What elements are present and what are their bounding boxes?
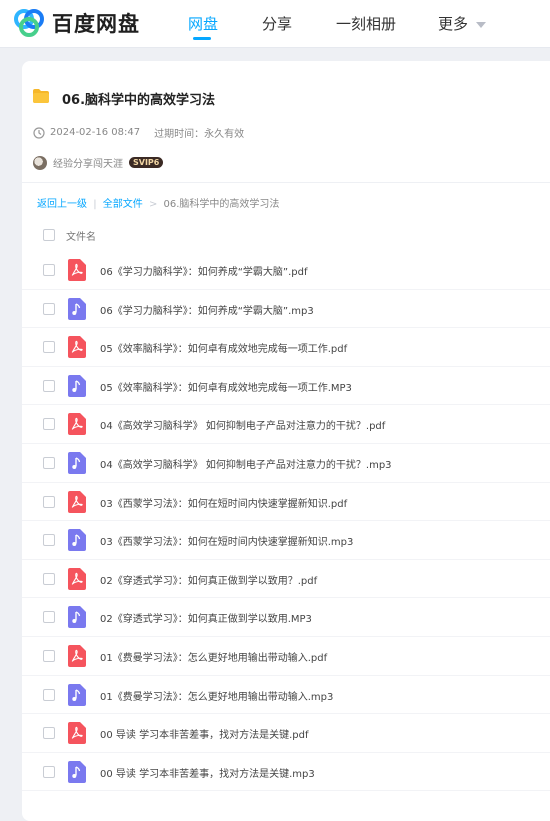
breadcrumb: 返回上一级 | 全部文件 > 06.脑科学中的高效学习法 [37,195,279,210]
row-checkbox[interactable] [43,534,55,547]
file-name[interactable]: 06《学习力脑科学》：如何养成“学霸大脑”.mp3 [100,302,314,317]
file-row[interactable]: 00 导读 学习本非苦差事，找对方法是关键.pdf [22,714,550,753]
file-list: 06《学习力脑科学》：如何养成“学霸大脑”.pdf 06《学习力脑科学》：如何养成… [22,251,550,792]
file-name[interactable]: 04《高效学习脑科学》 如何抑制电子产品对注意力的干扰？.pdf [100,417,385,432]
nav-active-indicator [193,37,211,40]
folder-icon [33,89,49,103]
row-checkbox[interactable] [43,379,55,392]
row-checkbox[interactable] [43,341,55,354]
pdf-file-icon [68,644,86,667]
sharer-name[interactable]: 经验分享闯天涯 [53,155,123,170]
pdf-file-icon [68,336,86,359]
row-checkbox[interactable] [43,688,55,701]
row-checkbox[interactable] [43,611,55,624]
file-name[interactable]: 00 导读 学习本非苦差事，找对方法是关键.mp3 [100,765,315,780]
top-navigation-bar: 百度网盘 网盘 分享 一刻相册 更多 [0,0,550,48]
file-name[interactable]: 05《效率脑科学》：如何卓有成效地完成每一项工作.pdf [100,340,347,355]
audio-file-icon [68,683,86,706]
file-row[interactable]: 02《穿透式学习》：如何真正做到学以致用.MP3 [22,598,550,637]
file-name[interactable]: 04《高效学习脑科学》 如何抑制电子产品对注意力的干扰？.mp3 [100,456,392,471]
nav-tab-album[interactable]: 一刻相册 [336,13,396,34]
breadcrumb-all-files-link[interactable]: 全部文件 [103,199,143,210]
audio-file-icon [68,606,86,629]
baidu-netdisk-logo[interactable]: 百度网盘 [12,8,140,38]
file-name[interactable]: 02《穿透式学习》：如何真正做到学以致用.MP3 [100,610,312,625]
file-row[interactable]: 05《效率脑科学》：如何卓有成效地完成每一项工作.pdf [22,328,550,367]
svip-badge: SVIP6 [129,157,164,168]
nav-tab-netdisk[interactable]: 网盘 [188,13,218,34]
cloud-logo-icon [14,9,44,37]
file-row[interactable]: 06《学习力脑科学》：如何养成“学霸大脑”.mp3 [22,290,550,329]
nav-tab-share[interactable]: 分享 [262,13,292,34]
row-checkbox[interactable] [43,649,55,662]
pdf-file-icon [68,490,86,513]
sharer-info: 经验分享闯天涯 SVIP6 [33,155,164,170]
file-row[interactable]: 03《西蒙学习法》：如何在短时间内快速掌握新知识.mp3 [22,521,550,560]
pdf-file-icon [68,413,86,436]
nav-more-label: 更多 [438,15,469,33]
file-list-header: 文件名 [22,221,550,249]
avatar[interactable] [33,155,47,170]
breadcrumb-back-link[interactable]: 返回上一级 [37,199,87,210]
row-checkbox[interactable] [43,495,55,508]
pdf-file-icon [68,722,86,745]
file-row[interactable]: 04《高效学习脑科学》 如何抑制电子产品对注意力的干扰？.mp3 [22,444,550,483]
file-row[interactable]: 02《穿透式学习》：如何真正做到学以致用？.pdf [22,560,550,599]
file-name[interactable]: 01《费曼学习法》：怎么更好地用输出带动输入.pdf [100,649,327,664]
file-name[interactable]: 02《穿透式学习》：如何真正做到学以致用？.pdf [100,572,317,587]
file-name[interactable]: 00 导读 学习本非苦差事，找对方法是关键.pdf [100,726,308,741]
share-header: 06.脑科学中的高效学习法 2024-02-16 08:47 过期时间：永久有效… [22,61,550,181]
chevron-down-icon [476,21,487,28]
row-checkbox[interactable] [43,765,55,778]
file-row[interactable]: 04《高效学习脑科学》 如何抑制电子产品对注意力的干扰？.pdf [22,405,550,444]
audio-file-icon [68,297,86,320]
share-title: 06.脑科学中的高效学习法 [62,93,216,108]
audio-file-icon [68,374,86,397]
share-meta: 2024-02-16 08:47 过期时间：永久有效 [33,125,244,140]
file-name[interactable]: 06《学习力脑科学》：如何养成“学霸大脑”.pdf [100,263,307,278]
breadcrumb-current: 06.脑科学中的高效学习法 [163,199,280,210]
audio-file-icon [68,451,86,474]
share-created-time: 2024-02-16 08:47 [50,127,141,138]
file-row[interactable]: 03《西蒙学习法》：如何在短时间内快速掌握新知识.pdf [22,483,550,522]
file-name[interactable]: 03《西蒙学习法》：如何在短时间内快速掌握新知识.mp3 [100,533,353,548]
file-name[interactable]: 01《费曼学习法》：怎么更好地用输出带动输入.mp3 [100,688,333,703]
pdf-file-icon [68,567,86,590]
row-checkbox[interactable] [43,302,55,315]
select-all-checkbox[interactable] [43,229,55,241]
audio-file-icon [68,529,86,552]
nav-tab-more[interactable]: 更多 [438,13,487,34]
column-header-filename[interactable]: 文件名 [66,228,96,243]
file-row[interactable]: 00 导读 学习本非苦差事，找对方法是关键.mp3 [22,753,550,792]
file-row[interactable]: 05《效率脑科学》：如何卓有成效地完成每一项工作.MP3 [22,367,550,406]
file-row[interactable]: 01《费曼学习法》：怎么更好地用输出带动输入.pdf [22,637,550,676]
row-checkbox[interactable] [43,456,55,469]
file-name[interactable]: 05《效率脑科学》：如何卓有成效地完成每一项工作.MP3 [100,379,352,394]
row-checkbox[interactable] [43,572,55,585]
file-name[interactable]: 03《西蒙学习法》：如何在短时间内快速掌握新知识.pdf [100,495,347,510]
breadcrumb-separator: | [93,199,97,210]
breadcrumb-chevron-icon: > [148,199,158,210]
file-row[interactable]: 01《费曼学习法》：怎么更好地用输出带动输入.mp3 [22,676,550,715]
share-card: 06.脑科学中的高效学习法 2024-02-16 08:47 过期时间：永久有效… [22,61,550,821]
row-checkbox[interactable] [43,418,55,431]
header-divider [22,182,550,183]
share-expire-info: 过期时间：永久有效 [154,129,245,140]
brand-name: 百度网盘 [52,12,140,36]
pdf-file-icon [68,259,86,281]
clock-icon [33,126,45,139]
row-checkbox[interactable] [43,264,55,276]
file-row[interactable]: 06《学习力脑科学》：如何养成“学霸大脑”.pdf [22,251,550,290]
audio-file-icon [68,760,86,783]
row-checkbox[interactable] [43,727,55,740]
